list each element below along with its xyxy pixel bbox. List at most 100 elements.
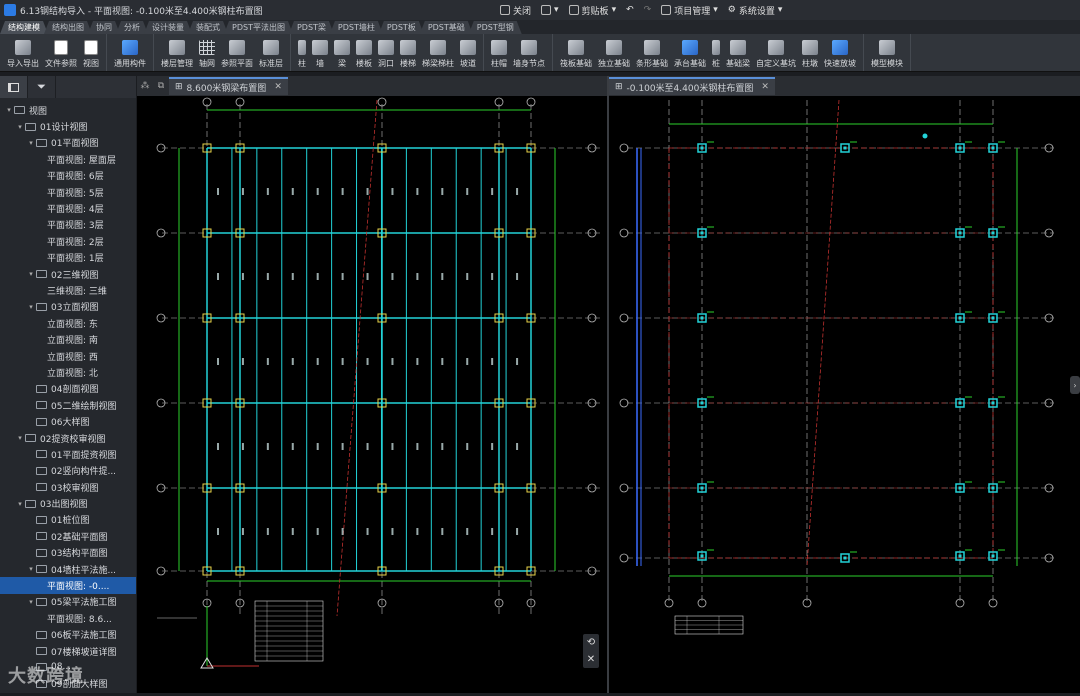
beam-button[interactable]: 梁 [331, 35, 353, 69]
custom-pit-button[interactable]: 自定义基坑 [753, 35, 799, 69]
tree-item[interactable]: 平面视图: -0.... [0, 577, 136, 594]
tree-item[interactable]: 平面视图: 8.6... [0, 610, 136, 626]
browser-tab-filter[interactable]: ⏷ [28, 76, 56, 98]
generic-component-button[interactable]: 通用构件 [111, 35, 149, 69]
tree-folder[interactable]: 02基础平面图 [0, 528, 136, 544]
tree-folder[interactable]: 03结构平面图 [0, 545, 136, 561]
drawing-canvas-right[interactable] [609, 96, 1080, 693]
expand-arrow-icon[interactable]: ▾ [4, 106, 14, 114]
close-doc-button[interactable]: 关闭 [500, 4, 531, 17]
tree-folder[interactable]: ▾ 视图 [0, 102, 136, 118]
tree-item[interactable]: 平面视图: 屋面层 [0, 151, 136, 167]
tab-1[interactable]: 结构建模 [0, 21, 48, 34]
opening-button[interactable]: 洞口 [375, 35, 397, 69]
tree-item[interactable]: 立面视图: 东 [0, 315, 136, 331]
tree-folder[interactable]: 06大样图 [0, 413, 136, 429]
view-tab-left[interactable]: ⊞ 8.600米钢梁布置图 ✕ [169, 77, 288, 95]
tree-folder[interactable]: 04剖面视图 [0, 381, 136, 397]
switch-view-icon[interactable]: ⧉ [153, 81, 169, 91]
drawing-canvas-left[interactable] [137, 96, 607, 693]
tree-item[interactable]: 立面视图: 南 [0, 331, 136, 347]
tree-folder[interactable]: 01平面提资视图 [0, 446, 136, 462]
tree-folder[interactable]: ▾ 04墙柱平法施... [0, 561, 136, 577]
tree-folder[interactable]: ▾ 03立面视图 [0, 299, 136, 315]
browser-tab-views[interactable] [0, 76, 28, 98]
expand-arrow-icon[interactable]: ▾ [15, 123, 25, 131]
pile-cap-button[interactable]: 承台基础 [671, 35, 709, 69]
strip-foundation-button[interactable]: 条形基础 [633, 35, 671, 69]
tree-folder[interactable]: 05二维绘制视图 [0, 397, 136, 413]
expand-arrow-icon[interactable]: ▾ [26, 565, 36, 573]
tree-folder[interactable]: 07楼梯坡道详图 [0, 643, 136, 659]
wall-node-button[interactable]: 墙身节点 [510, 35, 548, 69]
close-icon[interactable]: ✕ [761, 82, 769, 92]
pile-button[interactable]: 桩 [709, 35, 723, 69]
tree-folder[interactable]: ▾ 05梁平法施工图 [0, 594, 136, 610]
tab-2[interactable]: 结构出图 [44, 21, 92, 34]
axis-grid-button[interactable]: 轴网 [196, 35, 218, 69]
floor-manage-button[interactable]: 楼层管理 [158, 35, 196, 69]
tree-item[interactable]: 平面视图: 2层 [0, 233, 136, 249]
tree-folder[interactable]: ▾ 03出图视图 [0, 495, 136, 511]
tree-folder[interactable]: 03校审视图 [0, 479, 136, 495]
expand-arrow-icon[interactable]: ▾ [15, 434, 25, 442]
tree-item[interactable]: 平面视图: 4层 [0, 200, 136, 216]
column-cap-button[interactable]: 柱帽 [488, 35, 510, 69]
rotate-view-icon[interactable]: ⟲ [587, 637, 595, 648]
view-tab-right[interactable]: ⊞ -0.100米至4.400米钢柱布置图 ✕ [609, 77, 775, 95]
tab-12[interactable]: PDST型钢 [469, 21, 522, 34]
file-reference-button[interactable]: 文件参照 [42, 35, 80, 69]
expand-arrow-icon[interactable]: ▾ [15, 500, 25, 508]
wall-button[interactable]: 墙 [309, 35, 331, 69]
tree-folder[interactable]: ▾ 01平面视图 [0, 135, 136, 151]
tab-7[interactable]: PDST平法出图 [224, 21, 293, 34]
stair-button[interactable]: 楼梯 [397, 35, 419, 69]
tree-folder[interactable]: ▾ 01设计视图 [0, 118, 136, 134]
tree-folder[interactable]: 01桩位图 [0, 512, 136, 528]
close-icon[interactable]: ✕ [587, 654, 595, 665]
project-manage-button[interactable]: 项目管理 ▾ [661, 4, 718, 17]
column-button[interactable]: 柱 [295, 35, 309, 69]
tile-views-icon[interactable]: ⁂ [137, 81, 153, 91]
undo-button[interactable]: ↶ [626, 5, 634, 15]
tree-item[interactable]: 立面视图: 西 [0, 348, 136, 364]
tab-3[interactable]: 协同 [88, 21, 120, 34]
tab-6[interactable]: 装配式 [188, 21, 228, 34]
tree-folder[interactable]: 02竖向构件提... [0, 463, 136, 479]
foundation-beam-button[interactable]: 基础梁 [723, 35, 753, 69]
isolated-foundation-button[interactable]: 独立基础 [595, 35, 633, 69]
tab-9[interactable]: PDST墙柱 [330, 21, 383, 34]
close-icon[interactable]: ✕ [274, 82, 282, 92]
model-module-button[interactable]: 模型模块 [868, 35, 906, 69]
quick-slope-button[interactable]: 快速放坡 [821, 35, 859, 69]
tree-folder[interactable]: 06板平法施工图 [0, 627, 136, 643]
expand-arrow-icon[interactable]: ▾ [26, 139, 36, 147]
expand-right-button[interactable]: › [1070, 376, 1080, 394]
tree-item[interactable]: 平面视图: 5层 [0, 184, 136, 200]
tree-item[interactable]: 平面视图: 1层 [0, 250, 136, 266]
tree-folder[interactable]: ▾ 02提资校审视图 [0, 430, 136, 446]
tree-item[interactable]: 三维视图: 三维 [0, 282, 136, 298]
tab-10[interactable]: PDST板 [379, 21, 424, 34]
expand-arrow-icon[interactable]: ▾ [26, 303, 36, 311]
save-button[interactable]: ▾ [541, 5, 559, 15]
tab-11[interactable]: PDST基础 [420, 21, 473, 34]
tree-item[interactable]: 立面视图: 北 [0, 364, 136, 380]
tree-folder[interactable]: ▾ 02三维视图 [0, 266, 136, 282]
tab-8[interactable]: PDST梁 [289, 21, 334, 34]
clipboard-button[interactable]: 剪贴板 ▾ [568, 4, 616, 17]
slab-button[interactable]: 楼板 [353, 35, 375, 69]
tree-item[interactable]: 平面视图: 3层 [0, 217, 136, 233]
expand-arrow-icon[interactable]: ▾ [26, 598, 36, 606]
stair-beam-button[interactable]: 梯梁梯柱 [419, 35, 457, 69]
ref-plane-button[interactable]: 参照平面 [218, 35, 256, 69]
pier-button[interactable]: 柱墩 [799, 35, 821, 69]
tree-item[interactable]: 平面视图: 6层 [0, 168, 136, 184]
redo-button[interactable]: ↷ [644, 5, 652, 15]
view-button[interactable]: 视图 [80, 35, 102, 69]
ramp-button[interactable]: 坡道 [457, 35, 479, 69]
tab-5[interactable]: 设计装量 [144, 21, 192, 34]
tab-4[interactable]: 分析 [116, 21, 148, 34]
expand-arrow-icon[interactable]: ▾ [26, 270, 36, 278]
system-settings-button[interactable]: ⚙ 系统设置 ▾ [728, 4, 783, 17]
